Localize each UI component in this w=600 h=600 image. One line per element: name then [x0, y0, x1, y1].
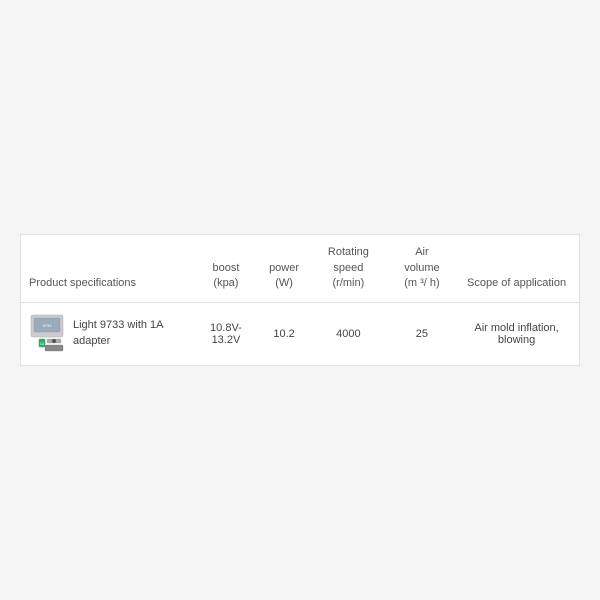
header-boost: boost (kpa)	[191, 235, 261, 302]
specs-table-container: Product specifications boost (kpa) power…	[20, 234, 580, 365]
header-air-volume: Air volume (m ³/ h)	[390, 235, 454, 302]
cell-rotating-speed: 4000	[307, 302, 390, 365]
table-header-row: Product specifications boost (kpa) power…	[21, 235, 579, 302]
svg-text:1A: 1A	[40, 342, 45, 346]
product-cell: 9733 1A Light 9733 with 1A adapter	[21, 302, 191, 365]
table-row: 9733 1A Light 9733 with 1A adapter 10.8V…	[21, 302, 579, 365]
product-specs-table: Product specifications boost (kpa) power…	[21, 235, 579, 364]
header-power: power (W)	[261, 235, 307, 302]
header-rotating-speed: Rotating speed (r/min)	[307, 235, 390, 302]
product-image: 9733 1A	[29, 313, 65, 355]
header-product-specs: Product specifications	[21, 235, 191, 302]
cell-air-volume: 25	[390, 302, 454, 365]
header-scope: Scope of application	[454, 235, 579, 302]
cell-scope: Air mold inflation, blowing	[454, 302, 579, 365]
product-name: Light 9733 with 1A adapter	[73, 318, 183, 349]
svg-text:9733: 9733	[43, 323, 53, 328]
cell-boost: 10.8V-13.2V	[191, 302, 261, 365]
cell-power: 10.2	[261, 302, 307, 365]
